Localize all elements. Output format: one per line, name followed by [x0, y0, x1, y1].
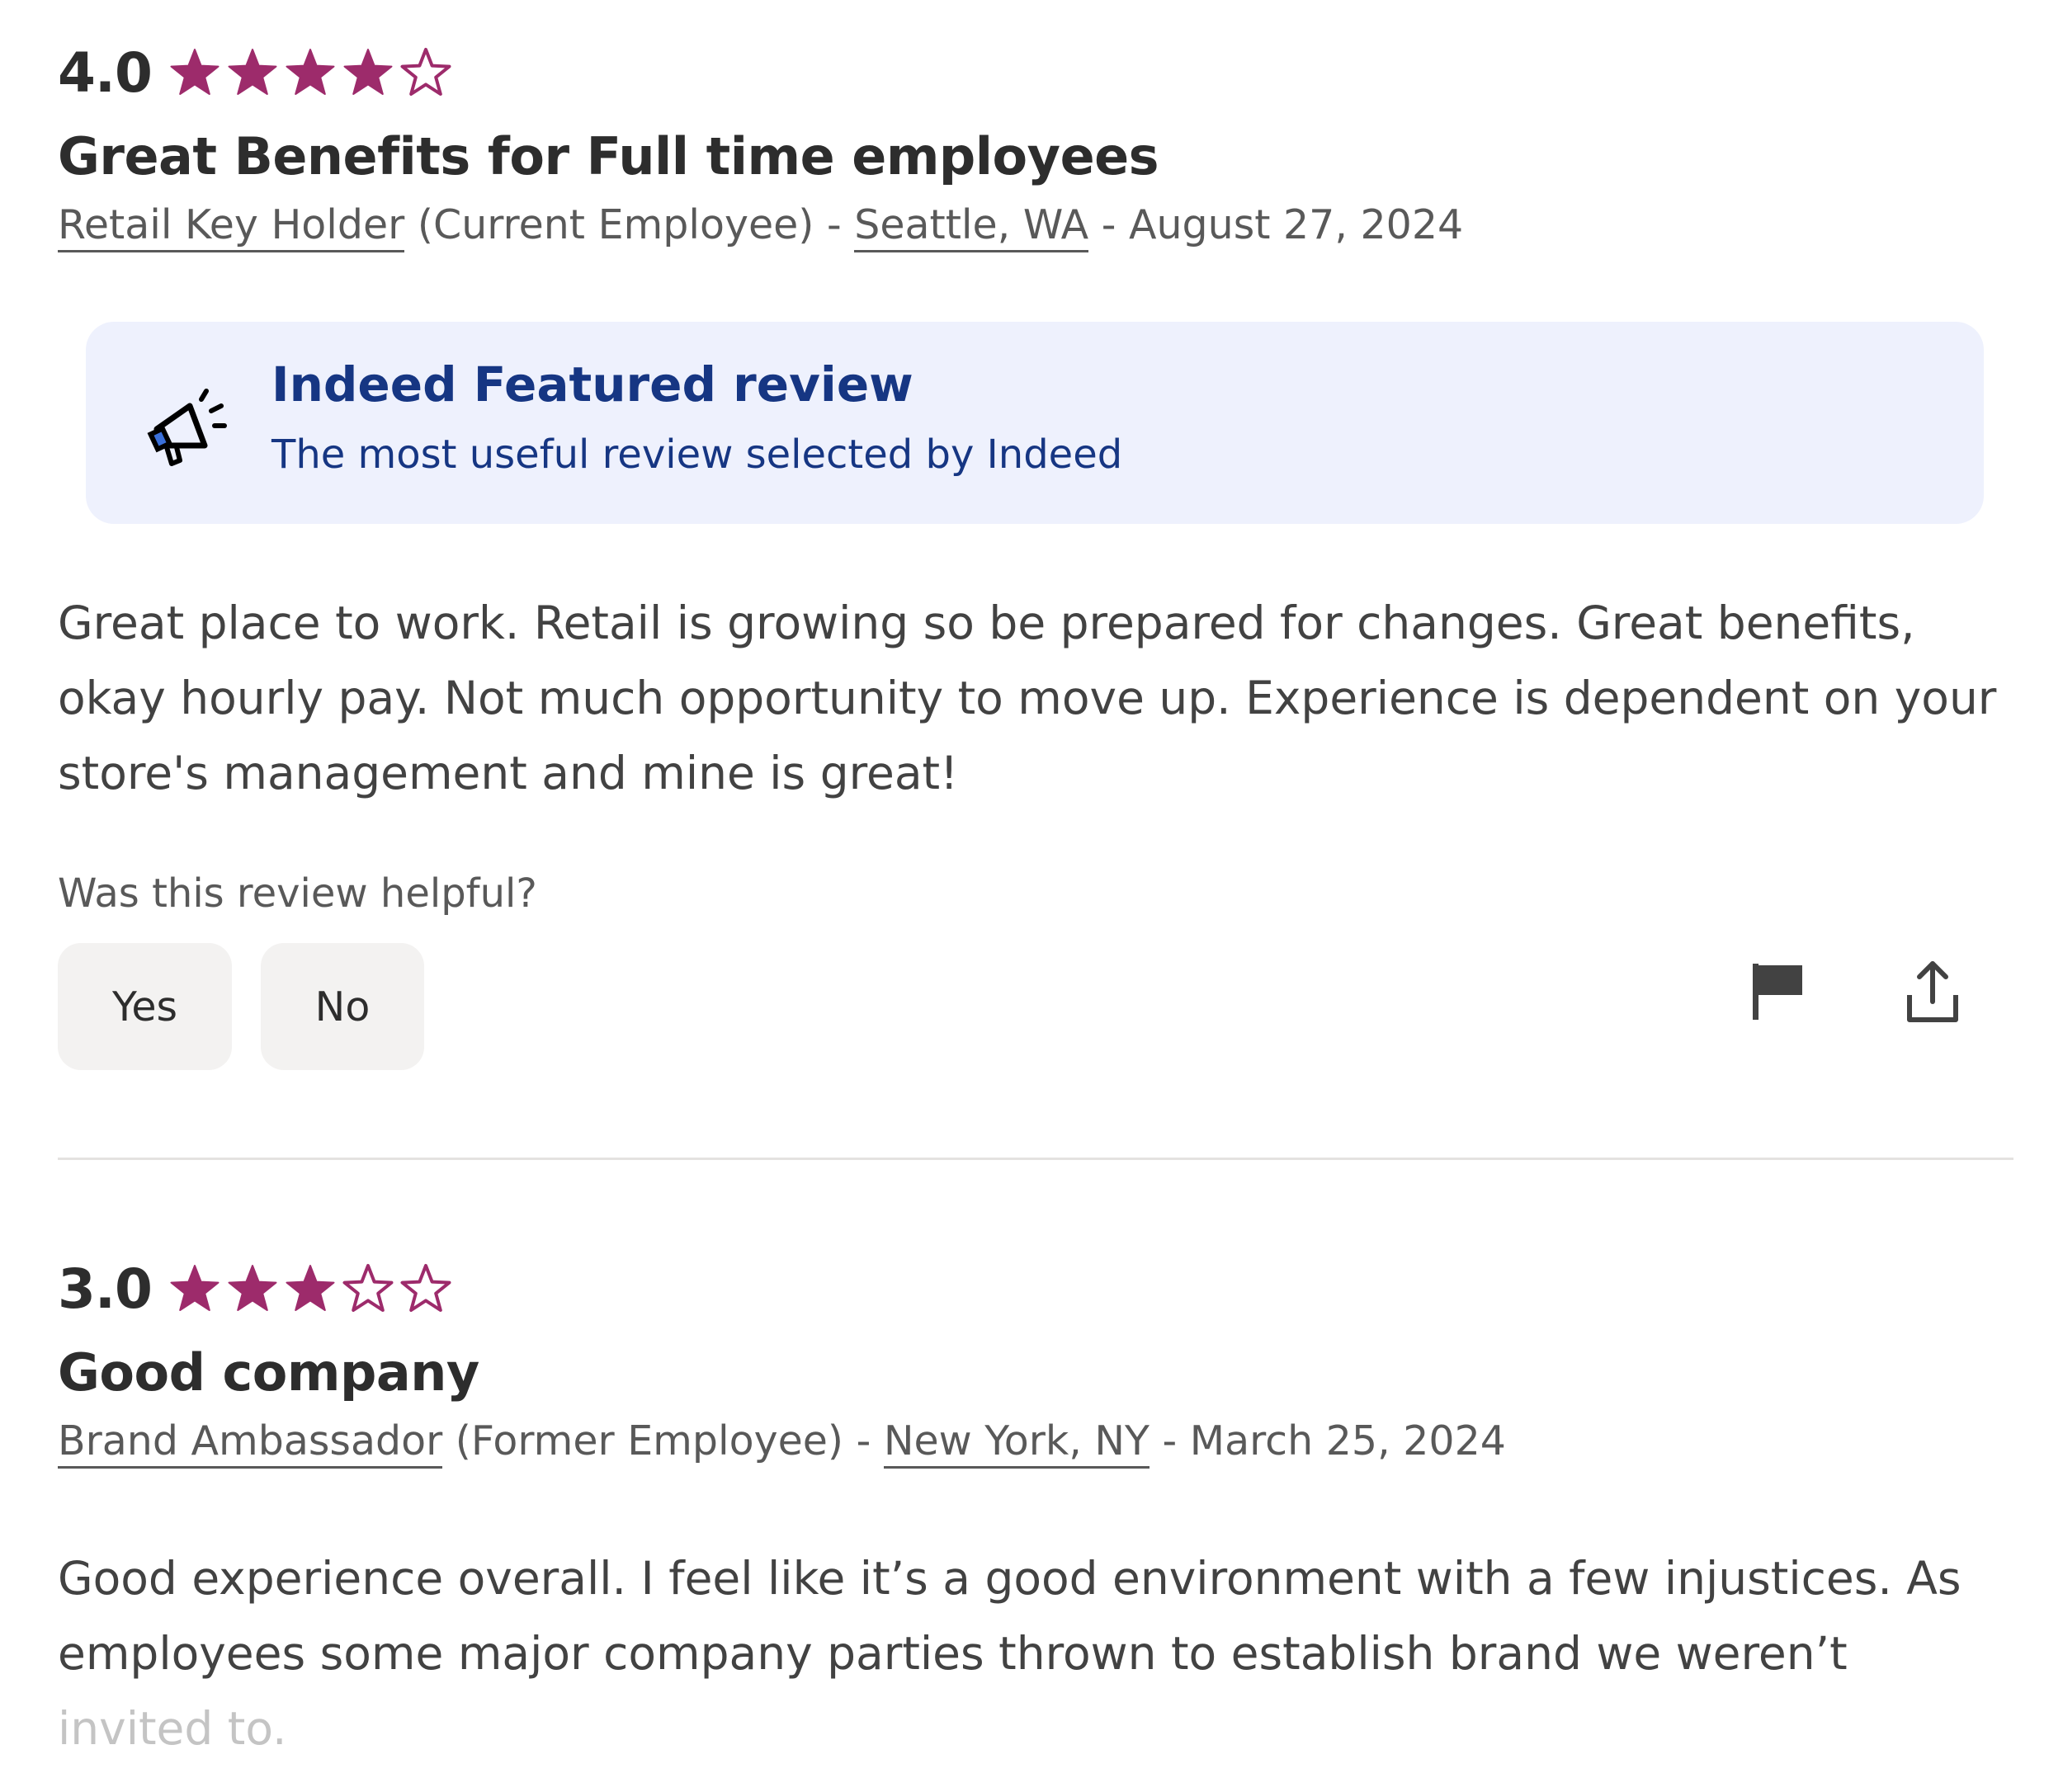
star-empty-icon — [342, 1262, 394, 1315]
review-card: 3.0 Good company Brand Ambassador (Forme… — [58, 1256, 2013, 1470]
star-empty-icon — [399, 46, 452, 99]
star-filled-icon — [226, 46, 279, 99]
job-title-link[interactable]: Retail Key Holder — [58, 201, 405, 252]
review-text-faded: invited to. — [58, 1702, 287, 1755]
featured-title: Indeed Featured review — [271, 356, 913, 413]
review-text-main: Good experience overall. I feel like it’… — [58, 1552, 1962, 1680]
review-divider — [58, 1158, 2013, 1160]
featured-subtitle: The most useful review selected by Indee… — [271, 431, 1123, 478]
employee-status: (Current Employee) - — [417, 201, 855, 248]
star-filled-icon — [168, 1262, 221, 1315]
review-text: Great place to work. Retail is growing s… — [58, 597, 1997, 799]
review-meta: Retail Key Holder (Current Employee) - S… — [58, 196, 2013, 254]
job-title-link[interactable]: Brand Ambassador — [58, 1417, 443, 1469]
star-rating — [168, 1262, 452, 1315]
share-icon[interactable] — [1898, 957, 1967, 1026]
flag-icon[interactable] — [1743, 957, 1812, 1026]
location-link[interactable]: Seattle, WA — [854, 201, 1089, 252]
featured-review-banner: Indeed Featured review The most useful r… — [86, 322, 1984, 524]
megaphone-icon — [142, 381, 233, 472]
review-title: Good company — [58, 1342, 479, 1403]
star-filled-icon — [284, 46, 337, 99]
review-text: Good experience overall. I feel like it’… — [58, 1541, 2013, 1766]
location-link[interactable]: New York, NY — [883, 1417, 1150, 1469]
rating-row: 4.0 — [58, 40, 2013, 106]
star-rating — [168, 46, 452, 99]
review-title: Great Benefits for Full time employees — [58, 126, 1159, 186]
review-date: - August 27, 2024 — [1088, 201, 1464, 248]
helpful-yes-button[interactable]: Yes — [58, 943, 232, 1070]
star-filled-icon — [342, 46, 394, 99]
rating-value: 3.0 — [58, 1257, 153, 1321]
helpful-question: Was this review helpful? — [58, 870, 537, 917]
rating-row: 3.0 — [58, 1256, 2013, 1322]
star-filled-icon — [284, 1262, 337, 1315]
review-card: 4.0 Great Benefits for Full time employe… — [58, 40, 2013, 254]
rating-value: 4.0 — [58, 40, 153, 105]
star-empty-icon — [399, 1262, 452, 1315]
star-filled-icon — [226, 1262, 279, 1315]
review-date: - March 25, 2024 — [1149, 1417, 1506, 1464]
star-filled-icon — [168, 46, 221, 99]
review-meta: Brand Ambassador (Former Employee) - New… — [58, 1412, 2013, 1470]
employee-status: (Former Employee) - — [455, 1417, 884, 1464]
helpful-no-button[interactable]: No — [261, 943, 424, 1070]
